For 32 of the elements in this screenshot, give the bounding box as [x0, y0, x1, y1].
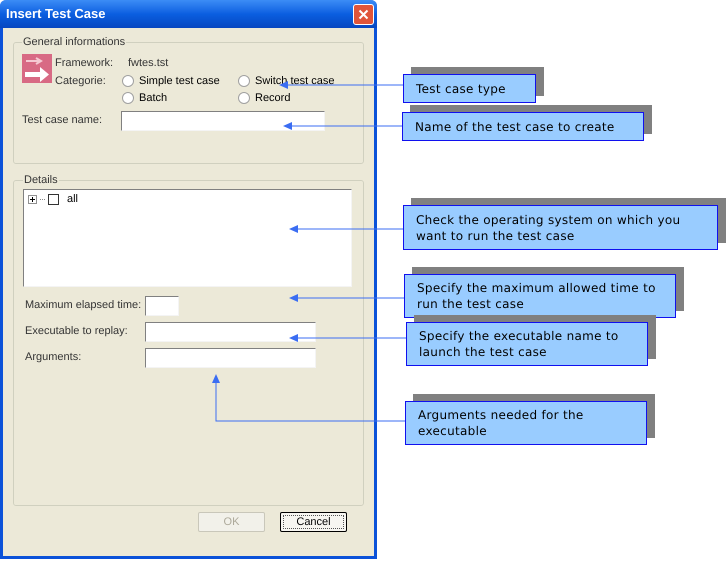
- cancel-button[interactable]: Cancel: [280, 512, 347, 532]
- close-icon: [358, 8, 369, 20]
- input-field[interactable]: [145, 348, 316, 368]
- framework-value: fwtes.tst: [128, 56, 168, 71]
- radio-button[interactable]: Simple test case: [122, 72, 238, 90]
- input-field[interactable]: [145, 296, 179, 316]
- field-label: Executable to replay:: [24, 324, 129, 340]
- name-label: Test case name:: [22, 113, 104, 128]
- tree-view[interactable]: all: [23, 188, 352, 286]
- group-title: General informations: [22, 35, 126, 50]
- framework-icon: [22, 54, 52, 82]
- framework-label: Framework:: [55, 56, 114, 71]
- callout: Check the operating system on which you want to run the test case: [403, 205, 718, 250]
- callout: Specify the maximum allowed time to run the test case: [404, 274, 676, 318]
- callout: Name of the test case to create: [402, 112, 644, 141]
- expander-icon[interactable]: [28, 195, 37, 204]
- category-label: Categorie:: [55, 74, 107, 88]
- callout: Specify the executable name to launch the test case: [406, 322, 648, 366]
- callout: Test case type: [403, 74, 536, 103]
- tree-item[interactable]: all: [67, 191, 78, 208]
- radio-button[interactable]: Switch test case: [238, 72, 354, 90]
- field-label: Arguments:: [24, 350, 82, 366]
- input-field[interactable]: [145, 322, 316, 342]
- window-title: Insert Test Case: [6, 5, 106, 24]
- tree-checkbox[interactable]: [48, 194, 59, 205]
- field-label: Maximum elapsed time:: [24, 298, 142, 314]
- radio-button[interactable]: Batch: [122, 90, 238, 106]
- input-field[interactable]: [121, 110, 325, 130]
- radio-button[interactable]: Record: [238, 90, 354, 106]
- callout: Arguments needed for the executable: [405, 401, 647, 445]
- close-button[interactable]: [353, 4, 374, 24]
- group-title: Details: [23, 173, 59, 188]
